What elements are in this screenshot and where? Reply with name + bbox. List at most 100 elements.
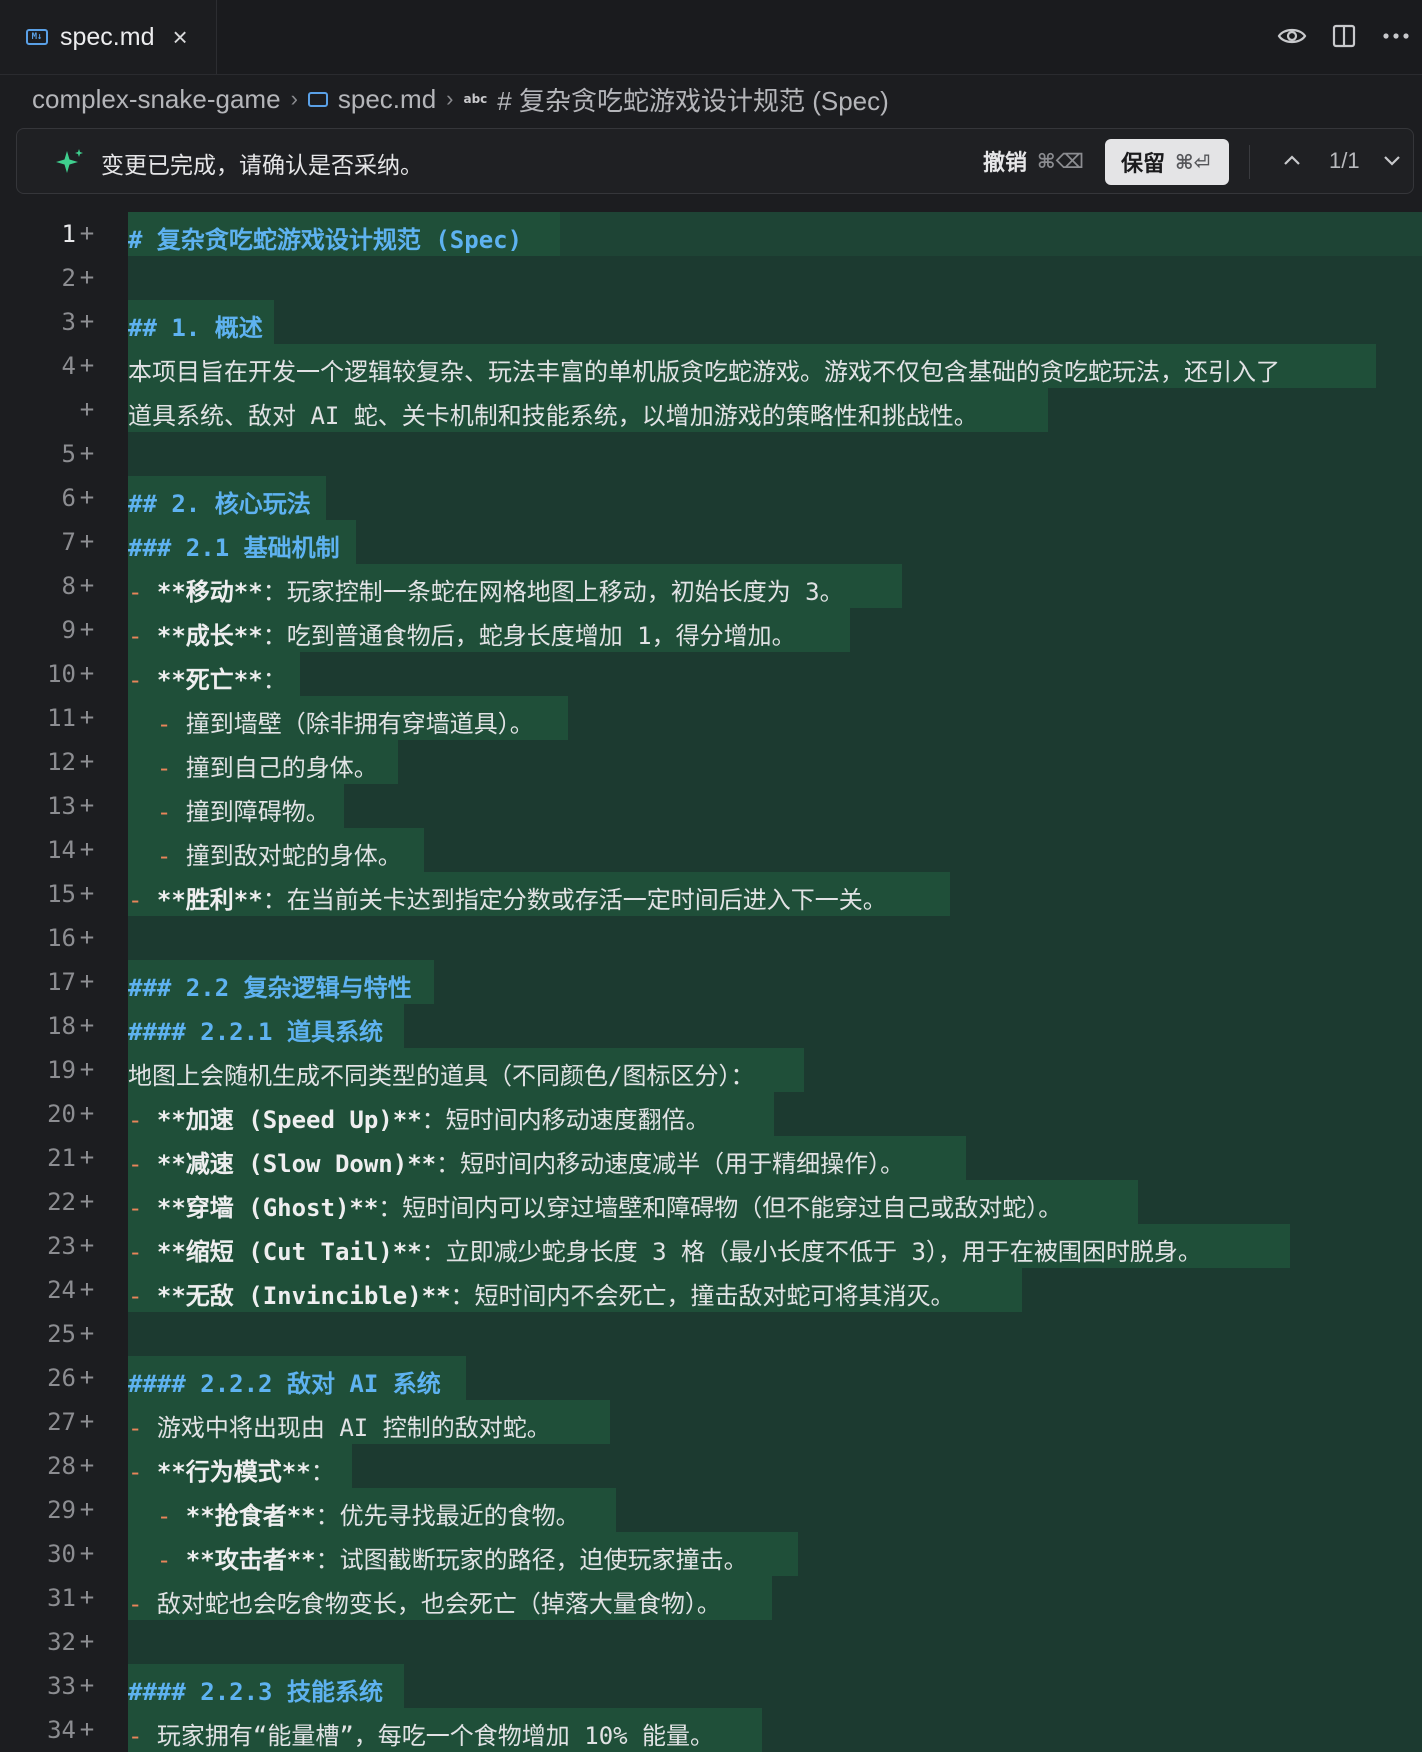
bold-text: **死亡** bbox=[156, 666, 263, 694]
bold-text: **行为模式** bbox=[156, 1458, 311, 1486]
plain-text: ：短时间内可以穿过墙壁和障碍物（但不能穿过自己或敌对蛇）。 bbox=[378, 1194, 1063, 1222]
line-number: 8 bbox=[61, 572, 76, 600]
heading-text: #### 2.2.2 敌对 AI 系统 bbox=[128, 1370, 441, 1398]
added-line-marker: + bbox=[79, 1671, 95, 1699]
editor-line[interactable]: 31 + - 敌对蛇也会吃食物变长，也会死亡（掉落大量食物）。 bbox=[0, 1576, 1422, 1620]
editor-line[interactable]: 25 + bbox=[0, 1312, 1422, 1356]
code-text: - **移动**：玩家控制一条蛇在网格地图上移动，初始长度为 3。 bbox=[128, 572, 844, 607]
editor-line[interactable]: 33 + #### 2.2.3 技能系统 bbox=[0, 1664, 1422, 1708]
added-line-marker: + bbox=[79, 351, 95, 379]
plain-text: 撞到墙壁（除非拥有穿墙道具）。 bbox=[185, 710, 534, 738]
line-number: 26 bbox=[47, 1364, 76, 1392]
editor-line[interactable]: 20 + - **加速 (Speed Up)**：短时间内移动速度翻倍。 bbox=[0, 1092, 1422, 1136]
editor-line[interactable]: 12 + - 撞到自己的身体。 bbox=[0, 740, 1422, 784]
editor-line[interactable]: 28 + - **行为模式**： bbox=[0, 1444, 1422, 1488]
editor-line[interactable]: 29 + - **抢食者**：优先寻找最近的食物。 bbox=[0, 1488, 1422, 1532]
plain-text: ：玩家控制一条蛇在网格地图上移动，初始长度为 3。 bbox=[262, 578, 844, 606]
editor-line[interactable]: 34 + - 玩家拥有“能量槽”，每吃一个食物增加 10% 能量。 bbox=[0, 1708, 1422, 1752]
editor-line[interactable]: 32 + bbox=[0, 1620, 1422, 1664]
editor-line[interactable]: 21 + - **减速 (Slow Down)**：短时间内移动速度减半（用于精细操… bbox=[0, 1136, 1422, 1180]
code-text: - 撞到自己的身体。 bbox=[128, 748, 378, 783]
plain-text: 地图上会随机生成不同类型的道具（不同颜色/图标区分）： bbox=[128, 1062, 755, 1090]
more-icon[interactable] bbox=[1370, 18, 1422, 54]
editor-line[interactable]: 9 + - **成长**：吃到普通食物后，蛇身长度增加 1，得分增加。 bbox=[0, 608, 1422, 652]
added-line-marker: + bbox=[79, 1495, 95, 1523]
plain-text: ： bbox=[310, 1458, 335, 1486]
editor-line[interactable]: 26 + #### 2.2.2 敌对 AI 系统 bbox=[0, 1356, 1422, 1400]
markdown-file-icon bbox=[307, 91, 328, 107]
editor-line[interactable]: 30 + - **攻击者**：试图截断玩家的路径，迫使玩家撞击。 bbox=[0, 1532, 1422, 1576]
editor-line[interactable]: 10 + - **死亡**： bbox=[0, 652, 1422, 696]
editor-line[interactable]: 24 + - **无敌 (Invincible)**：短时间内不会死亡，撞击敌对蛇可… bbox=[0, 1268, 1422, 1312]
added-line-marker: + bbox=[79, 659, 95, 687]
editor-line[interactable]: 16 + bbox=[0, 916, 1422, 960]
editor-line[interactable]: + 道具系统、敌对 AI 蛇、关卡机制和技能系统，以增加游戏的策略性和挑战性。 bbox=[0, 388, 1422, 432]
line-number: 34 bbox=[47, 1716, 76, 1744]
review-message: 变更已完成，请确认是否采纳。 bbox=[101, 152, 423, 178]
list-bullet: - bbox=[128, 1722, 157, 1750]
editor-line[interactable]: 27 + - 游戏中将出现由 AI 控制的敌对蛇。 bbox=[0, 1400, 1422, 1444]
breadcrumb-file[interactable]: spec.md bbox=[338, 84, 436, 115]
added-line-marker: + bbox=[79, 483, 95, 511]
editor-line[interactable]: 2 + bbox=[0, 256, 1422, 300]
added-line-background bbox=[128, 916, 1422, 960]
plain-text: 撞到敌对蛇的身体。 bbox=[185, 842, 402, 870]
editor-line[interactable]: 5 + bbox=[0, 432, 1422, 476]
editor-line[interactable]: 3 + ## 1. 概述 bbox=[0, 300, 1422, 344]
code-text: - 敌对蛇也会吃食物变长，也会死亡（掉落大量食物）。 bbox=[128, 1584, 721, 1619]
editor-line[interactable]: 23 + - **缩短 (Cut Tail)**：立即减少蛇身长度 3 格（最小长度… bbox=[0, 1224, 1422, 1268]
line-number: 5 bbox=[61, 440, 76, 468]
editor-line[interactable]: 19 + 地图上会随机生成不同类型的道具（不同颜色/图标区分）： bbox=[0, 1048, 1422, 1092]
editor-line[interactable]: 18 + #### 2.2.1 道具系统 bbox=[0, 1004, 1422, 1048]
keep-button[interactable]: 保留 ⌘⏎ bbox=[1105, 139, 1229, 185]
plain-text: ： bbox=[262, 666, 287, 694]
line-number: 17 bbox=[47, 968, 76, 996]
line-number: 21 bbox=[47, 1144, 76, 1172]
added-line-background bbox=[128, 1312, 1422, 1356]
code-text: - **行为模式**： bbox=[128, 1452, 335, 1487]
added-line-background bbox=[128, 300, 1422, 344]
line-number: 20 bbox=[47, 1100, 76, 1128]
editor-line[interactable]: 13 + - 撞到障碍物。 bbox=[0, 784, 1422, 828]
chevron-up-icon[interactable] bbox=[1281, 145, 1303, 180]
list-bullet: - bbox=[128, 1282, 157, 1310]
line-number: 28 bbox=[47, 1452, 76, 1480]
added-line-background bbox=[128, 432, 1422, 476]
editor-line[interactable]: 11 + - 撞到墙壁（除非拥有穿墙道具）。 bbox=[0, 696, 1422, 740]
breadcrumb-symbol[interactable]: # 复杂贪吃蛇游戏设计规范 (Spec) bbox=[497, 81, 889, 118]
editor-line[interactable]: 15 + - **胜利**：在当前关卡达到指定分数或存活一定时间后进入下一关。 bbox=[0, 872, 1422, 916]
added-line-marker: + bbox=[79, 1407, 95, 1435]
editor-line[interactable]: 17 + ### 2.2 复杂逻辑与特性 bbox=[0, 960, 1422, 1004]
bold-text: **缩短 (Cut Tail)** bbox=[156, 1238, 422, 1266]
added-line-marker: + bbox=[79, 1143, 95, 1171]
code-text: - **穿墙 (Ghost)**：短时间内可以穿过墙壁和障碍物（但不能穿过自己或… bbox=[128, 1188, 1062, 1223]
undo-button[interactable]: 撤销 ⌘⌫ bbox=[983, 145, 1084, 177]
editor-line[interactable]: 22 + - **穿墙 (Ghost)**：短时间内可以穿过墙壁和障碍物（但不能穿过… bbox=[0, 1180, 1422, 1224]
eye-icon[interactable] bbox=[1266, 18, 1318, 54]
editor-line[interactable]: 7 + ### 2.1 基础机制 bbox=[0, 520, 1422, 564]
plain-text: 玩家拥有“能量槽”，每吃一个食物增加 10% 能量。 bbox=[156, 1722, 715, 1750]
line-number: 23 bbox=[47, 1232, 76, 1260]
heading-text: ### 2.2 复杂逻辑与特性 bbox=[128, 974, 412, 1002]
bold-text: **无敌 (Invincible)** bbox=[156, 1282, 451, 1310]
plain-text: 游戏中将出现由 AI 控制的敌对蛇。 bbox=[156, 1414, 551, 1442]
close-tab-icon[interactable]: × bbox=[172, 22, 187, 53]
added-line-marker: + bbox=[79, 1231, 95, 1259]
heading-text: ## 1. 概述 bbox=[128, 314, 263, 342]
editor-line[interactable]: 8 + - **移动**：玩家控制一条蛇在网格地图上移动，初始长度为 3。 bbox=[0, 564, 1422, 608]
added-line-marker: + bbox=[79, 219, 95, 247]
editor-line[interactable]: 1 + # 复杂贪吃蛇游戏设计规范 (Spec) bbox=[0, 212, 1422, 256]
bold-text: **减速 (Slow Down)** bbox=[156, 1150, 437, 1178]
breadcrumb-project[interactable]: complex-snake-game bbox=[32, 84, 281, 115]
editor-line[interactable]: 6 + ## 2. 核心玩法 bbox=[0, 476, 1422, 520]
editor-line[interactable]: 14 + - 撞到敌对蛇的身体。 bbox=[0, 828, 1422, 872]
chevron-down-icon[interactable] bbox=[1381, 145, 1403, 180]
code-text: - **无敌 (Invincible)**：短时间内不会死亡，撞击敌对蛇可将其消… bbox=[128, 1276, 955, 1311]
split-editor-icon[interactable] bbox=[1318, 18, 1370, 54]
editor-line[interactable]: 4 + 本项目旨在开发一个逻辑较复杂、玩法丰富的单机版贪吃蛇游戏。游戏不仅包含基础的… bbox=[0, 344, 1422, 388]
chevron-right-icon: › bbox=[290, 86, 298, 111]
tab-spec-md[interactable]: M↓ spec.md × bbox=[0, 0, 217, 74]
code-text: - **抢食者**：优先寻找最近的食物。 bbox=[128, 1496, 580, 1531]
chevron-right-icon: › bbox=[446, 86, 454, 111]
editor[interactable]: 1 + # 复杂贪吃蛇游戏设计规范 (Spec) 2 +3 + ## 1. 概述 4 + 本项目旨… bbox=[0, 212, 1422, 1752]
